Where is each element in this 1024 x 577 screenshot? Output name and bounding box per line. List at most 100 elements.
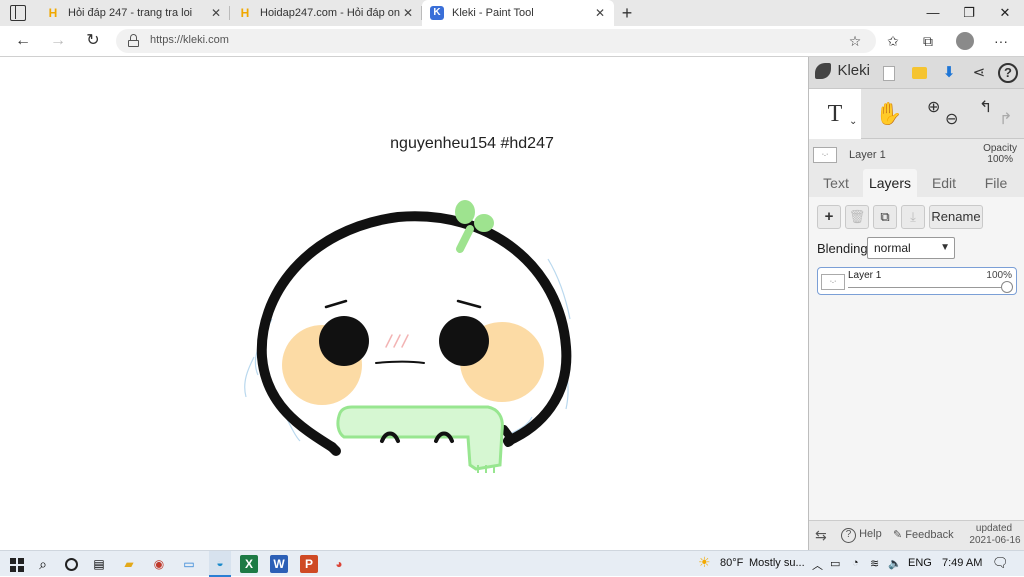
pencil-icon: ✎ xyxy=(893,529,903,541)
open-folder-icon[interactable] xyxy=(907,61,931,85)
help-label: Help xyxy=(859,528,882,540)
current-layer-name: Layer 1 xyxy=(849,149,886,161)
tab-text[interactable]: Text xyxy=(813,169,859,197)
layer-opacity-slider-handle[interactable] xyxy=(1001,281,1013,293)
layer-item[interactable]: ·.· Layer 1 100% xyxy=(817,267,1017,295)
merge-down-icon[interactable]: ⤓ xyxy=(901,205,925,229)
hoidap-favicon-icon: H xyxy=(48,6,58,20)
tab-file[interactable]: File xyxy=(971,169,1021,197)
zoom-in-icon[interactable]: ⊕ xyxy=(927,83,940,133)
weather-text[interactable]: Mostly su... xyxy=(749,557,805,569)
tab-edit[interactable]: Edit xyxy=(921,169,967,197)
new-tab-plus-icon[interactable]: + xyxy=(616,2,638,24)
clock-time[interactable]: 7:49 AM xyxy=(942,557,982,569)
refresh-icon[interactable]: ↻ xyxy=(78,26,108,56)
close-icon[interactable]: ✕ xyxy=(208,6,224,20)
file-explorer-icon[interactable]: ▰ xyxy=(120,555,138,573)
cortana-circle-icon[interactable] xyxy=(62,555,80,573)
feedback-link[interactable]: ✎ Feedback xyxy=(893,528,954,541)
windows-start-icon[interactable] xyxy=(8,555,26,573)
browser-tab-2[interactable]: H Hoidap247.com - Hỏi đáp online ✕ xyxy=(230,0,422,26)
collections-icon[interactable]: ⧉ xyxy=(913,26,943,56)
undo-redo-icon[interactable]: ↰ ↱ xyxy=(971,89,1023,139)
sidebar-footer: ⇆ ? Help ✎ Feedback updated 2021-06-16 xyxy=(809,520,1024,550)
edge-browser-icon[interactable]: ◒ xyxy=(209,551,231,577)
drawing-canvas[interactable]: nguyenheu154 #hd247 xyxy=(0,57,808,550)
excel-icon[interactable]: X xyxy=(240,555,258,573)
close-icon[interactable]: ✕ xyxy=(592,6,608,20)
add-layer-button[interactable]: + xyxy=(817,205,841,229)
delete-layer-trash-icon[interactable]: 🗑 xyxy=(845,205,869,229)
browser-tab-3[interactable]: K Kleki - Paint Tool ✕ xyxy=(422,0,614,26)
kleki-brand-text: Kleki xyxy=(837,62,870,80)
duplicate-layer-icon[interactable]: ⧉ xyxy=(873,205,897,229)
back-arrow-icon[interactable]: ← xyxy=(8,26,38,56)
opacity-value: 100% xyxy=(987,154,1013,165)
battery-icon[interactable]: ▭ xyxy=(830,557,840,570)
chrome-icon[interactable]: ◕ xyxy=(330,555,348,573)
sidebar-tabs: Text Layers Edit File xyxy=(809,169,1024,197)
more-menu-icon[interactable]: ··· xyxy=(986,26,1016,56)
help-circle-icon: ? xyxy=(841,528,856,543)
notification-icon[interactable]: 🗨 xyxy=(992,555,1009,571)
layer-opacity-value: 100% xyxy=(986,270,1012,281)
language-indicator[interactable]: ENG xyxy=(908,557,932,569)
layer-thumbnail: ·.· xyxy=(813,147,837,163)
blending-value: normal xyxy=(874,241,911,255)
powerpoint-icon[interactable]: P xyxy=(300,555,318,573)
restore-icon[interactable]: ❐ xyxy=(952,0,986,26)
kleki-favicon-icon: K xyxy=(430,6,444,20)
updated-label: updated xyxy=(975,523,1013,534)
search-icon[interactable]: ⌕ xyxy=(34,555,52,573)
close-icon[interactable]: ✕ xyxy=(400,6,416,20)
share-icon[interactable]: ⋖ xyxy=(967,61,991,85)
zoom-in-out-icon[interactable]: ⊕ ⊖ xyxy=(919,89,971,139)
word-icon[interactable]: W xyxy=(270,555,288,573)
url-text: https://kleki.com xyxy=(150,34,229,46)
lock-icon[interactable] xyxy=(128,34,139,47)
download-icon[interactable]: ⬇ xyxy=(937,61,961,85)
kleki-logo[interactable]: Kleki xyxy=(815,62,870,84)
url-field[interactable]: https://kleki.com xyxy=(116,29,876,53)
monitor-app-icon[interactable]: ▭ xyxy=(180,555,198,573)
task-view-icon[interactable]: ▤ xyxy=(90,555,108,573)
zoom-out-icon[interactable]: ⊖ xyxy=(945,95,958,145)
hoidap-favicon-icon: H xyxy=(240,6,250,20)
swap-arrows-icon[interactable]: ⇆ xyxy=(815,527,827,544)
browser-tab-1[interactable]: H Hỏi đáp 247 - trang tra loi ✕ xyxy=(38,0,230,26)
tab-title: Hỏi đáp 247 - trang tra loi xyxy=(68,7,193,19)
minimize-icon[interactable]: — xyxy=(916,0,950,26)
tab-layers[interactable]: Layers xyxy=(863,169,917,197)
blending-select[interactable]: normal ▼ xyxy=(867,237,955,259)
help-link[interactable]: ? Help xyxy=(841,528,882,543)
profile-avatar[interactable] xyxy=(956,32,974,50)
weather-sun-icon[interactable]: ☀ xyxy=(698,554,711,571)
redo-icon[interactable]: ↱ xyxy=(999,95,1012,145)
new-image-icon[interactable] xyxy=(877,61,901,85)
tab-title: Hoidap247.com - Hỏi đáp online xyxy=(260,7,400,19)
layer-name: Layer 1 xyxy=(848,270,882,281)
network-icon[interactable]: ◔ xyxy=(852,557,859,569)
forward-arrow-icon[interactable]: → xyxy=(43,26,73,56)
address-bar-row: ← → ↻ https://kleki.com ☆ ✩ ⧉ ··· xyxy=(0,26,1024,57)
favorite-star-add-icon[interactable]: ☆ xyxy=(840,26,870,56)
opacity-label: Opacity xyxy=(983,143,1017,154)
tray-overflow-chevron-icon[interactable]: ︿ xyxy=(812,557,823,573)
hand-tool-icon[interactable]: ✋ xyxy=(863,89,915,139)
browser-tab-strip: H Hỏi đáp 247 - trang tra loi ✕ H Hoidap… xyxy=(0,0,1024,26)
wifi-icon[interactable]: ≋ xyxy=(870,557,879,570)
favorites-icon[interactable]: ✩ xyxy=(878,26,908,56)
rename-button[interactable]: Rename xyxy=(929,205,983,229)
undo-icon[interactable]: ↰ xyxy=(979,83,992,133)
layer-opacity-slider-track[interactable] xyxy=(848,287,1008,288)
chevron-down-icon: ▼ xyxy=(940,242,950,253)
weather-temp[interactable]: 80°F xyxy=(720,557,743,569)
updated-date: 2021-06-16 xyxy=(969,535,1021,546)
volume-icon[interactable]: 🔈 xyxy=(888,557,902,570)
app-icon[interactable]: ◉ xyxy=(150,555,168,573)
kleki-sidebar: Kleki ⬇ ⋖ ? T ⌄ ✋ ⊕ ⊖ ↰ ↱ ·.· Layer 1 Opa… xyxy=(808,57,1024,550)
tab-actions-icon[interactable] xyxy=(10,5,26,21)
window-close-icon[interactable]: ✕ xyxy=(988,0,1022,26)
help-circle-icon[interactable]: ? xyxy=(996,61,1020,85)
text-tool-button[interactable]: T ⌄ xyxy=(809,89,861,139)
